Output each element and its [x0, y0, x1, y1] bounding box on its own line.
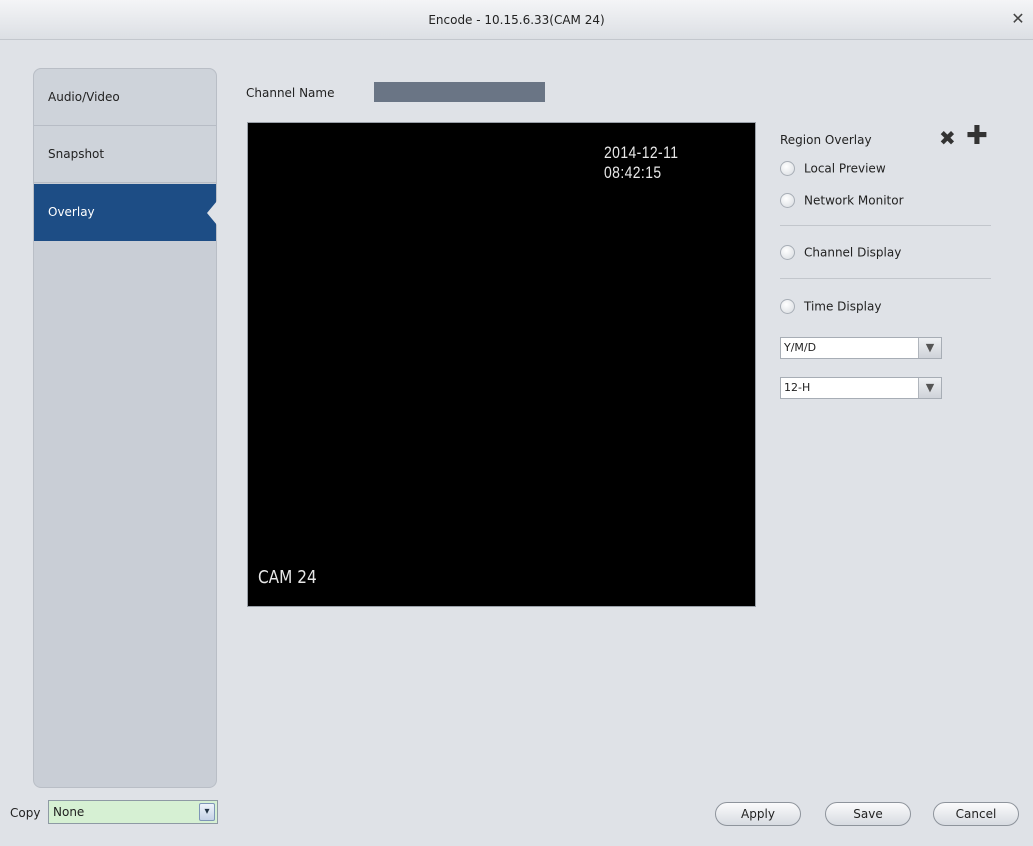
- add-icon[interactable]: ✚: [966, 123, 988, 149]
- local-preview-option[interactable]: Local Preview: [780, 159, 886, 177]
- sidebar: Audio/Video Snapshot Overlay: [33, 68, 217, 788]
- video-preview[interactable]: 2014-12-11 08:42:15 CAM 24: [247, 122, 756, 607]
- timestamp-overlay[interactable]: 2014-12-11 08:42:15: [604, 143, 728, 183]
- local-preview-radio[interactable]: [780, 161, 795, 176]
- window-title: Encode - 10.15.6.33(CAM 24): [428, 13, 605, 27]
- sidebar-item-label: Audio/Video: [48, 90, 120, 104]
- divider: [780, 225, 991, 226]
- channel-display-radio[interactable]: [780, 245, 795, 260]
- save-button[interactable]: Save: [825, 802, 911, 826]
- time-format-value: 12-H: [784, 381, 811, 394]
- channel-name-label: Channel Name: [246, 86, 335, 100]
- time-display-option[interactable]: Time Display: [780, 297, 881, 315]
- sidebar-item-overlay[interactable]: Overlay: [34, 184, 217, 241]
- selected-indicator: [207, 201, 217, 225]
- sidebar-item-snapshot[interactable]: Snapshot: [34, 126, 216, 183]
- chevron-down-icon[interactable]: ▼: [918, 338, 941, 358]
- time-display-radio[interactable]: [780, 299, 795, 314]
- delete-icon[interactable]: ✖: [939, 126, 956, 150]
- network-monitor-radio[interactable]: [780, 193, 795, 208]
- sidebar-item-audio-video[interactable]: Audio/Video: [34, 69, 216, 126]
- channel-name-input[interactable]: [374, 82, 545, 102]
- sidebar-item-label: Snapshot: [48, 147, 105, 161]
- network-monitor-option[interactable]: Network Monitor: [780, 191, 904, 209]
- chevron-down-icon[interactable]: ▼: [918, 378, 941, 398]
- region-overlay-label: Region Overlay: [780, 133, 872, 147]
- divider: [780, 278, 991, 279]
- cancel-button[interactable]: Cancel: [933, 802, 1019, 826]
- time-display-label: Time Display: [804, 299, 882, 314]
- apply-button[interactable]: Apply: [715, 802, 801, 826]
- network-monitor-label: Network Monitor: [804, 193, 904, 208]
- copy-label: Copy: [10, 806, 41, 820]
- copy-select[interactable]: None ▾: [48, 800, 218, 824]
- close-icon[interactable]: ✕: [1009, 10, 1027, 28]
- time-format-select[interactable]: 12-H ▼: [780, 377, 942, 399]
- copy-value: None: [53, 805, 85, 819]
- channel-name-overlay[interactable]: CAM 24: [258, 567, 317, 588]
- chevron-down-icon[interactable]: ▾: [199, 803, 215, 821]
- date-format-select[interactable]: Y/M/D ▼: [780, 337, 942, 359]
- local-preview-label: Local Preview: [804, 161, 886, 176]
- title-bar: Encode - 10.15.6.33(CAM 24) ✕: [0, 0, 1033, 40]
- date-format-value: Y/M/D: [784, 341, 817, 354]
- channel-display-option[interactable]: Channel Display: [780, 243, 901, 261]
- sidebar-item-label: Overlay: [48, 205, 95, 219]
- channel-display-label: Channel Display: [804, 245, 902, 260]
